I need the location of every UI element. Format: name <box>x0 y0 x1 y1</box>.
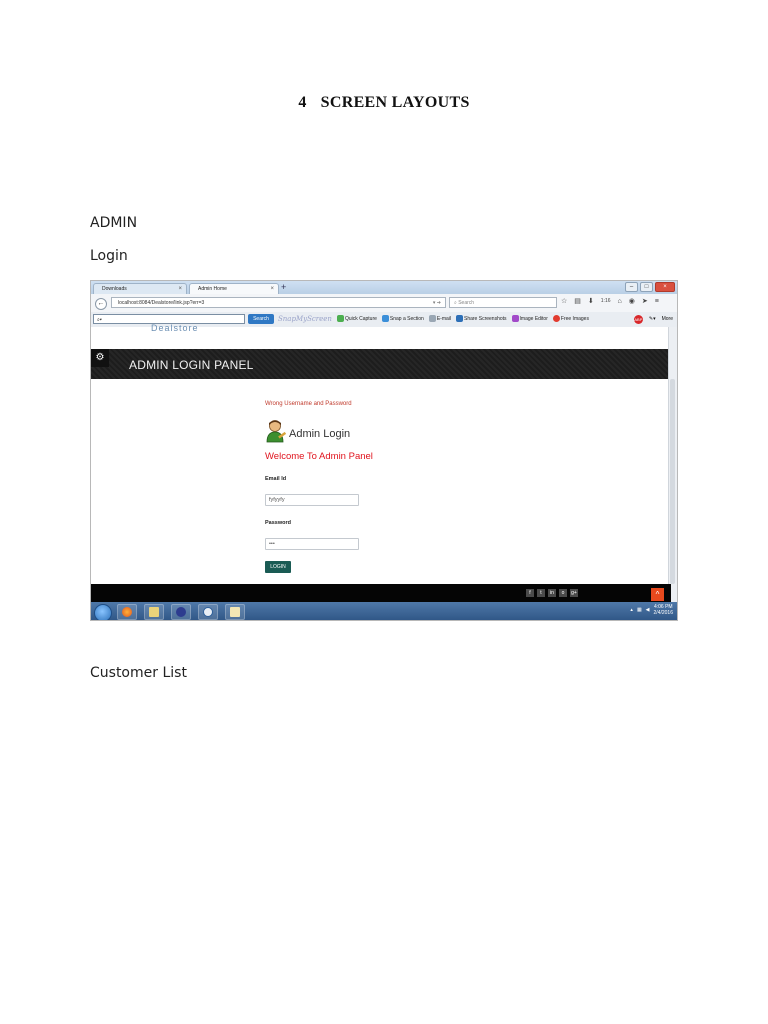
note-icon <box>230 607 240 617</box>
scrollbar-thumb[interactable] <box>670 379 675 584</box>
share-icon <box>456 315 463 323</box>
mail-icon <box>428 315 436 323</box>
login-button[interactable]: LOGIN <box>265 561 291 573</box>
folder-icon <box>149 607 159 617</box>
taskbar-explorer[interactable] <box>144 604 164 620</box>
page-scrollbar[interactable] <box>668 327 677 602</box>
admin-panel-header: ⚙ ADMIN LOGIN PANEL <box>91 349 671 379</box>
go-arrow-icon[interactable]: ▾ ➔ <box>433 298 441 309</box>
network-icon[interactable]: ▦ <box>637 607 642 613</box>
login-label: Login <box>90 248 128 264</box>
quick-capture-button[interactable]: Quick Capture <box>336 314 377 324</box>
start-button-icon[interactable] <box>94 604 112 620</box>
google-plus-icon[interactable]: g+ <box>570 589 578 597</box>
search-icon: ⌕▾ <box>97 317 102 323</box>
windows-taskbar: ▴ ▦ ◀ 4:06 PM 2/4/2016 <box>91 602 677 620</box>
password-label: Password <box>265 520 291 526</box>
new-tab-icon[interactable]: + <box>281 282 286 292</box>
pin-icon <box>552 315 560 323</box>
firefox-icon <box>122 607 132 617</box>
taskbar-virtualbox[interactable] <box>198 604 218 620</box>
pen-icon[interactable]: ✎▾ <box>649 314 656 324</box>
browser-nav-bar: ← localhost:8084/Dealstore/link.jsp?err=… <box>91 294 677 313</box>
close-icon[interactable]: × <box>270 284 274 294</box>
page-footer: f t in o g+ <box>91 584 671 602</box>
clock[interactable]: 4:06 PM 2/4/2016 <box>654 604 673 616</box>
admin-user-icon <box>265 419 287 443</box>
section-number: 4 <box>298 94 307 111</box>
tab-admin-home[interactable]: Admin Home × <box>189 283 279 294</box>
close-icon[interactable]: × <box>178 284 182 294</box>
box-icon <box>203 607 213 617</box>
section-heading: 4 SCREEN LAYOUTS <box>0 94 768 112</box>
download-count: 1:16 <box>600 298 611 304</box>
brand-logo: Dealstore <box>151 323 199 333</box>
crop-icon <box>381 315 389 323</box>
email-button[interactable]: E-mail <box>428 314 451 324</box>
error-message: Wrong Username and Password <box>265 401 352 407</box>
snapmyscreen-logo: SnapMyScreen <box>278 315 332 323</box>
library-icon[interactable]: ▤ <box>574 297 581 305</box>
url-bar[interactable]: localhost:8084/Dealstore/link.jsp?err=3 ▾… <box>111 297 446 308</box>
palette-icon <box>511 315 519 323</box>
send-icon[interactable]: ➤ <box>642 297 648 305</box>
taskbar-firefox[interactable] <box>117 604 137 620</box>
share-button[interactable]: Share Screenshots <box>456 314 507 324</box>
system-tray: ▴ ▦ ◀ 4:06 PM 2/4/2016 <box>630 604 673 616</box>
image-editor-button[interactable]: Image Editor <box>511 314 548 324</box>
minimize-icon[interactable]: – <box>625 282 638 292</box>
maximize-icon[interactable]: □ <box>640 282 653 292</box>
email-label: Email Id <box>265 476 287 482</box>
panel-title: ADMIN LOGIN PANEL <box>129 358 254 372</box>
home-icon[interactable]: ⌂ <box>618 298 622 305</box>
nav-icons: ☆ ▤ ⬇ 1:16 ⌂ ◉ ➤ ≡ <box>561 297 659 306</box>
taskbar-notepad[interactable] <box>225 604 245 620</box>
back-arrow-icon[interactable]: ← <box>95 298 107 310</box>
adblock-icon[interactable]: ABP <box>633 314 643 324</box>
admin-login-title: Admin Login <box>289 428 351 440</box>
tray-arrow-icon[interactable]: ▴ <box>630 607 633 613</box>
linkedin-icon[interactable]: in <box>548 589 556 597</box>
browser-tab-bar: Downloads × Admin Home × + – □ × <box>91 281 677 294</box>
gear-icon[interactable]: ⚙ <box>91 349 109 367</box>
scroll-to-top-icon[interactable]: ^ <box>651 588 664 601</box>
email-field[interactable]: fyfyyfy <box>265 494 359 506</box>
free-images-button[interactable]: Free Images <box>552 314 589 324</box>
section-title: SCREEN LAYOUTS <box>320 94 470 111</box>
page-content: Dealstore ⚙ ADMIN LOGIN PANEL Wrong User… <box>91 323 671 584</box>
pinterest-icon[interactable]: o <box>559 589 567 597</box>
taskbar-app[interactable] <box>171 604 191 620</box>
browser-search-input[interactable]: ⌕ Search <box>449 297 557 308</box>
social-links: f t in o g+ <box>526 589 578 597</box>
snap-section-button[interactable]: Snap a Section <box>381 314 424 324</box>
window-close-icon[interactable]: × <box>655 282 675 292</box>
welcome-text: Welcome To Admin Panel <box>265 451 373 462</box>
url-text: localhost:8084/Dealstore/link.jsp?err=3 <box>118 300 205 306</box>
window-controls: – □ × <box>625 282 675 292</box>
twitter-icon[interactable]: t <box>537 589 545 597</box>
volume-icon[interactable]: ◀ <box>646 607 650 613</box>
pocket-icon[interactable]: ◉ <box>629 297 635 305</box>
clock-date: 2/4/2016 <box>653 610 673 616</box>
more-button[interactable]: More <box>662 314 673 324</box>
camera-icon <box>336 315 344 323</box>
toolbar-search-button[interactable]: Search <box>248 314 274 324</box>
star-icon[interactable]: ☆ <box>561 297 567 305</box>
facebook-icon[interactable]: f <box>526 589 534 597</box>
download-icon[interactable]: ⬇ <box>588 297 594 305</box>
app-icon <box>176 607 186 617</box>
password-field[interactable]: ••• <box>265 538 359 550</box>
admin-login-heading: Admin Login <box>265 419 350 443</box>
admin-label: ADMIN <box>90 215 138 231</box>
customer-list-label: Customer List <box>90 665 187 681</box>
menu-icon[interactable]: ≡ <box>655 298 659 305</box>
tab-downloads[interactable]: Downloads × <box>93 283 187 294</box>
login-screenshot: Downloads × Admin Home × + – □ × ← localho… <box>90 280 678 621</box>
